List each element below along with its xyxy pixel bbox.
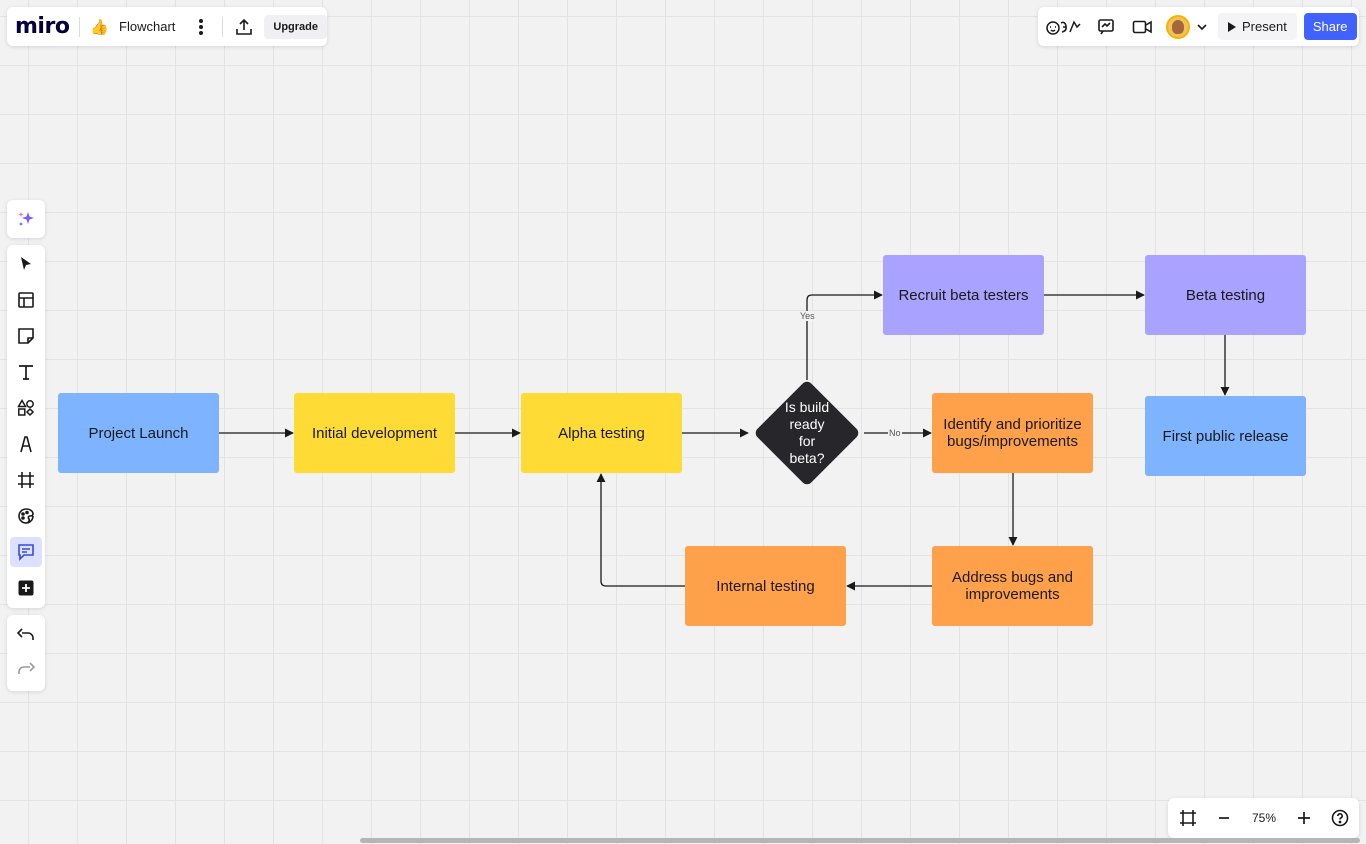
templates-icon[interactable] [10, 285, 42, 315]
help-icon[interactable] [1322, 809, 1358, 827]
board-name[interactable]: Flowchart [119, 19, 175, 34]
share-button[interactable]: Share [1303, 13, 1357, 40]
collaboration-bar: Present Share [1038, 7, 1359, 46]
divider [221, 16, 223, 37]
node-first-public-release[interactable]: First public release [1145, 396, 1306, 476]
node-initial-development[interactable]: Initial development [294, 393, 455, 473]
node-alpha-testing[interactable]: Alpha testing [521, 393, 682, 473]
divider [79, 16, 81, 37]
node-recruit-beta-testers[interactable]: Recruit beta testers [883, 255, 1044, 335]
sparkles-icon[interactable] [10, 204, 42, 234]
video-icon[interactable] [1124, 19, 1160, 35]
node-beta-testing[interactable]: Beta testing [1145, 255, 1306, 335]
horizontal-scrollbar[interactable] [360, 838, 1360, 843]
comment-presentation-icon[interactable] [1088, 18, 1124, 36]
more-vertical-icon[interactable] [193, 17, 207, 37]
zoom-controls: 75% [1168, 798, 1359, 838]
node-decision-label[interactable]: Is build ready for beta? [766, 399, 848, 466]
edge-label-no: No [888, 428, 902, 438]
connector-decision-yes[interactable] [806, 290, 883, 380]
redo-icon[interactable] [10, 655, 42, 685]
board-emoji-icon[interactable]: 👍 [90, 18, 109, 36]
stickers-icon[interactable] [10, 501, 42, 531]
present-button[interactable]: Present [1218, 13, 1297, 40]
shapes-icon[interactable] [10, 393, 42, 423]
text-icon[interactable] [10, 357, 42, 387]
minus-icon[interactable] [1206, 811, 1242, 825]
node-identify-bugs[interactable]: Identify and prioritize bugs/improvement… [932, 393, 1093, 473]
history-toolbar [7, 615, 45, 691]
zoom-level[interactable]: 75% [1242, 811, 1286, 825]
comment-icon[interactable] [10, 537, 42, 567]
ai-toolbar [7, 200, 45, 238]
edge-label-yes: Yes [799, 311, 816, 321]
pen-icon[interactable] [10, 429, 42, 459]
miro-logo[interactable]: miro [15, 14, 70, 39]
upgrade-button[interactable]: Upgrade [264, 14, 328, 39]
reactions-icon[interactable] [1044, 18, 1084, 36]
node-address-bugs[interactable]: Address bugs and improvements [932, 546, 1093, 626]
present-label: Present [1242, 19, 1287, 34]
upload-icon[interactable] [233, 15, 255, 39]
play-icon [1228, 21, 1236, 32]
node-internal-testing[interactable]: Internal testing [685, 546, 846, 626]
add-apps-icon[interactable] [10, 573, 42, 603]
frame-fit-icon[interactable] [1170, 809, 1206, 827]
connector-internal-to-alpha[interactable] [596, 473, 685, 587]
avatar-face [1172, 19, 1184, 34]
avatar[interactable] [1166, 14, 1190, 39]
chevron-down-icon[interactable] [1194, 23, 1210, 31]
frame-icon[interactable] [10, 465, 42, 495]
board-header: miro 👍 Flowchart Upgrade [7, 7, 328, 46]
plus-icon[interactable] [1286, 811, 1322, 825]
tools-toolbar [7, 245, 45, 608]
select-icon[interactable] [10, 249, 42, 279]
sticky-note-icon[interactable] [10, 321, 42, 351]
node-project-launch[interactable]: Project Launch [58, 393, 219, 473]
undo-icon[interactable] [10, 621, 42, 651]
